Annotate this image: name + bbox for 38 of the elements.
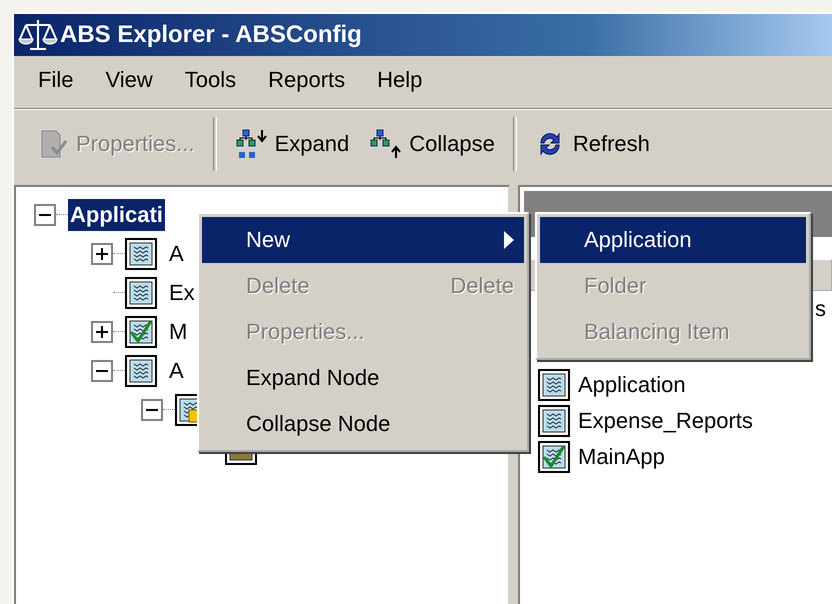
toolbar-button[interactable]: Collapse — [359, 122, 505, 166]
list-item[interactable]: Application — [578, 370, 686, 400]
list-item[interactable]: MainApp — [578, 442, 665, 472]
menu-item[interactable]: Help — [361, 67, 438, 93]
scales-icon — [18, 17, 58, 53]
menu-item[interactable]: Reports — [252, 67, 362, 93]
tree-item[interactable]: M — [167, 316, 190, 348]
menu-item[interactable]: Tools — [168, 67, 252, 93]
toolbar-button[interactable]: Expand — [224, 122, 360, 166]
document-icon — [125, 354, 157, 386]
collapse-icon[interactable] — [141, 398, 163, 420]
tree-item[interactable]: A — [167, 354, 186, 386]
menu-option[interactable]: New — [202, 217, 524, 263]
menu-option[interactable]: Collapse Node — [202, 401, 524, 447]
expand-tree-icon — [234, 128, 267, 160]
expand-icon[interactable] — [91, 242, 113, 264]
shortcut-text: Delete — [450, 273, 514, 299]
document-icon — [125, 276, 157, 308]
collapse-icon[interactable] — [34, 204, 56, 226]
checked-document-icon — [125, 316, 157, 348]
expand-icon[interactable] — [91, 320, 113, 342]
collapse-tree-icon — [369, 128, 402, 160]
tree-item[interactable]: Ex — [167, 276, 197, 308]
menu-item[interactable]: File — [22, 67, 90, 93]
list-item[interactable]: Expense_Reports — [578, 406, 753, 436]
list-item[interactable]: s — [815, 294, 826, 324]
window-title: ABS Explorer - ABSConfig — [60, 21, 362, 49]
document-icon — [538, 369, 570, 401]
toolbar-button[interactable]: Refresh — [524, 123, 660, 165]
checked-document-icon — [538, 441, 570, 473]
document-icon — [125, 238, 157, 270]
tree-item[interactable]: A — [167, 238, 186, 270]
menu-option[interactable]: Expand Node — [202, 355, 524, 401]
menu-item[interactable]: View — [89, 67, 169, 93]
collapse-icon[interactable] — [91, 360, 113, 382]
tree-item[interactable]: Applicati — [68, 198, 165, 230]
menu-option[interactable]: Application — [540, 217, 806, 263]
document-icon — [538, 405, 570, 437]
